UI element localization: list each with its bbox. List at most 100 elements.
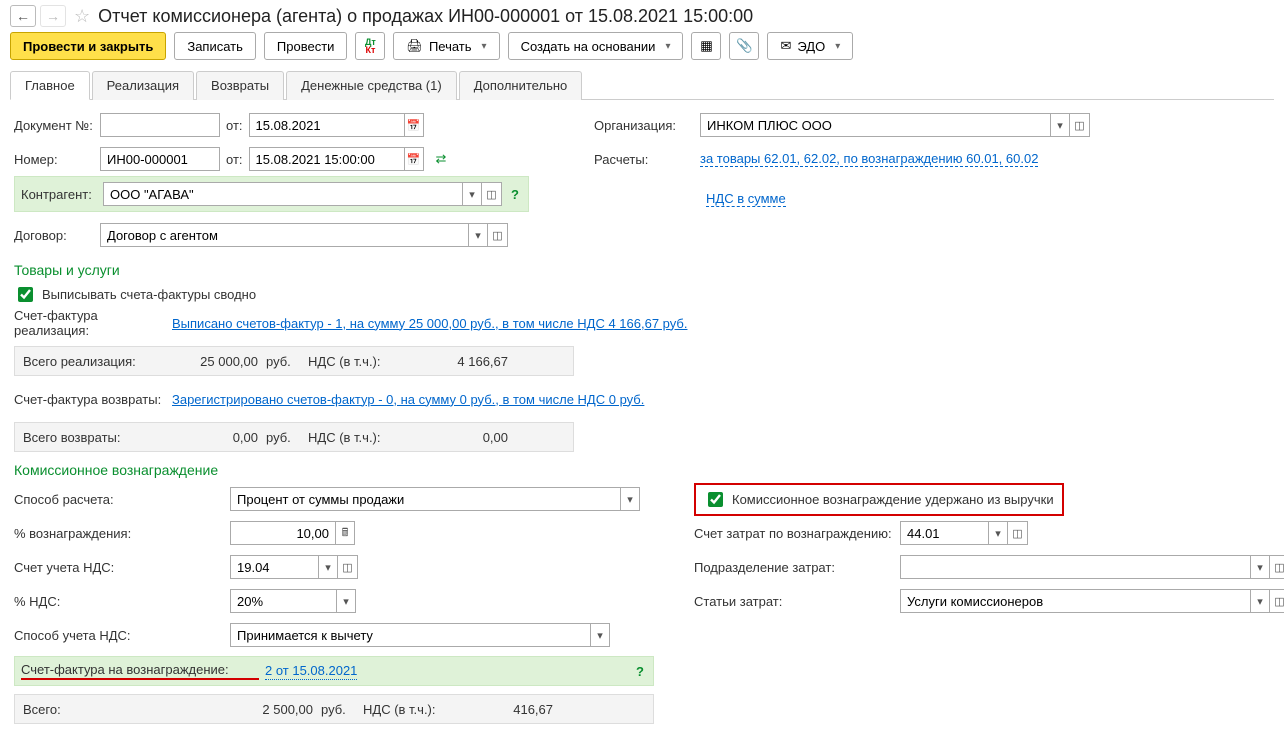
vat-pct-input[interactable] [230,589,336,613]
edo-button[interactable]: ✉ЭДО [767,32,853,60]
dropdown-icon[interactable]: ▾ [1050,113,1070,137]
post-button[interactable]: Провести [264,32,348,60]
contract-input[interactable] [100,223,468,247]
vat-method-label: Способ учета НДС: [14,628,224,643]
total-realization-value: 25 000,00 [138,354,258,369]
vat-account-label: Счет учета НДС: [14,560,224,575]
cost-account-commission-label: Счет затрат по вознаграждению: [694,526,894,541]
rub-label: руб. [258,354,308,369]
cost-division-input[interactable] [900,555,1250,579]
vat-incl-label-2: НДС (в т.ч.): [308,430,388,445]
total-label: Всего: [23,702,193,717]
save-button[interactable]: Записать [174,32,256,60]
vat-returns-value: 0,00 [388,430,508,445]
tab-returns[interactable]: Возвраты [196,71,284,100]
cost-items-label: Статьи затрат: [694,594,894,609]
sf-commission-label: Счет-фактура на вознаграждение: [21,662,259,680]
issue-invoices-summary-checkbox[interactable] [18,287,33,302]
favorite-star-icon[interactable]: ☆ [74,6,90,27]
calculator-icon[interactable]: 🖩 [335,521,355,545]
calc-method-label: Способ расчета: [14,492,224,507]
cost-division-label: Подразделение затрат: [694,560,894,575]
open-icon[interactable]: ◫ [338,555,358,579]
dropdown-icon[interactable]: ▾ [462,182,482,206]
vat-pct-label: % НДС: [14,594,224,609]
dropdown-icon[interactable]: ▾ [1250,589,1270,613]
vat-in-sum-link[interactable]: НДС в сумме [706,191,786,207]
refresh-icon[interactable]: ⇄ [436,151,447,167]
vat-incl-label: НДС (в т.ч.): [308,354,388,369]
sf-returns-label: Счет-фактура возвраты: [14,392,166,407]
printer-icon: 🖨 [406,38,423,54]
dropdown-icon[interactable]: ▾ [336,589,356,613]
structure-icon-button[interactable]: ▦ [691,32,721,60]
open-icon[interactable]: ◫ [488,223,508,247]
nav-back-button[interactable]: ← [10,5,36,27]
dropdown-icon[interactable]: ▾ [590,623,610,647]
tab-realization[interactable]: Реализация [92,71,194,100]
number-input[interactable] [100,147,220,171]
rub-label-3: руб. [313,702,363,717]
dropdown-icon[interactable]: ▾ [468,223,488,247]
commission-title: Комиссионное вознаграждение [14,462,1270,478]
sf-commission-link[interactable]: 2 от 15.08.2021 [265,663,357,680]
calendar-icon-2[interactable]: 📅 [404,147,424,171]
counterparty-label: Контрагент: [21,187,97,202]
calc-method-input[interactable] [230,487,620,511]
organization-input[interactable] [700,113,1050,137]
total-returns-label: Всего возвраты: [23,430,138,445]
number-label: Номер: [14,152,94,167]
attach-icon-button[interactable]: 📎 [729,32,759,60]
commission-pct-label: % вознаграждения: [14,526,224,541]
from-label-2: от: [226,152,243,167]
vat-incl-label-3: НДС (в т.ч.): [363,702,443,717]
tab-extra[interactable]: Дополнительно [459,71,583,100]
dropdown-icon[interactable]: ▾ [318,555,338,579]
number-datetime-input[interactable] [249,147,404,171]
post-and-close-button[interactable]: Провести и закрыть [10,32,166,60]
organization-label: Организация: [594,118,694,133]
page-title: Отчет комиссионера (агента) о продажах И… [98,6,753,27]
tab-cash[interactable]: Денежные средства (1) [286,71,457,100]
open-icon[interactable]: ◫ [1008,521,1028,545]
total-realization-label: Всего реализация: [23,354,138,369]
commission-withheld-label: Комиссионное вознаграждение удержано из … [732,492,1054,507]
print-button[interactable]: 🖨Печать [393,32,499,60]
help-icon-2[interactable]: ? [633,664,647,679]
contract-label: Договор: [14,228,94,243]
nav-forward-button[interactable]: → [40,5,66,27]
calendar-icon[interactable]: 📅 [404,113,424,137]
sf-returns-link[interactable]: Зарегистрировано счетов-фактур - 0, на с… [172,392,644,407]
dropdown-icon[interactable]: ▾ [1250,555,1270,579]
vat-method-input[interactable] [230,623,590,647]
vat-realization-value: 4 166,67 [388,354,508,369]
open-icon[interactable]: ◫ [482,182,502,206]
open-icon[interactable]: ◫ [1270,555,1284,579]
goods-services-title: Товары и услуги [14,262,1270,278]
vat-commission-value: 416,67 [443,702,553,717]
open-icon[interactable]: ◫ [1270,589,1284,613]
doc-num-input[interactable] [100,113,220,137]
sf-realization-link[interactable]: Выписано счетов-фактур - 1, на сумму 25 … [172,316,687,331]
total-commission-value: 2 500,00 [193,702,313,717]
settlements-link[interactable]: за товары 62.01, 62.02, по вознаграждени… [700,151,1038,167]
tab-main[interactable]: Главное [10,71,90,100]
doc-num-label: Документ №: [14,118,94,133]
open-icon[interactable]: ◫ [1070,113,1090,137]
help-icon[interactable]: ? [508,187,522,202]
doc-date-input[interactable] [249,113,404,137]
sf-realization-label: Счет-фактура реализация: [14,308,166,338]
dropdown-icon[interactable]: ▾ [620,487,640,511]
create-based-on-button[interactable]: Создать на основании [508,32,684,60]
dropdown-icon[interactable]: ▾ [988,521,1008,545]
dt-kt-icon-button[interactable]: ДтКт [355,32,385,60]
counterparty-input[interactable] [103,182,462,206]
total-returns-value: 0,00 [138,430,258,445]
issue-invoices-summary-label: Выписывать счета-фактуры сводно [42,287,256,302]
cost-items-input[interactable] [900,589,1250,613]
cost-account-commission-input[interactable] [900,521,988,545]
vat-account-input[interactable] [230,555,318,579]
from-label-1: от: [226,118,243,133]
commission-withheld-checkbox[interactable] [708,492,723,507]
commission-pct-input[interactable] [230,521,335,545]
